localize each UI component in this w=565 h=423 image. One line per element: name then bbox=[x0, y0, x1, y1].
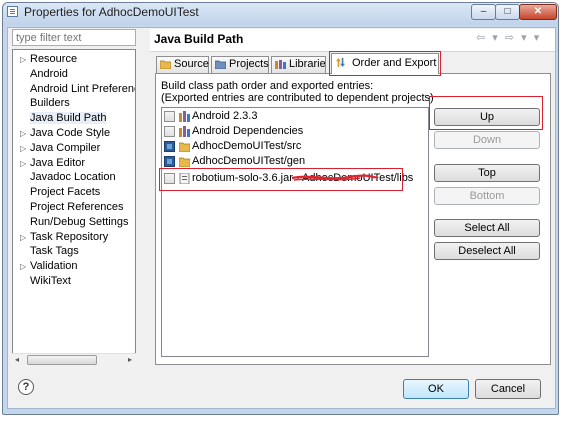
select-all-button[interactable]: Select All bbox=[434, 219, 540, 237]
description-line-1: Build class path order and exported entr… bbox=[161, 80, 374, 92]
close-button[interactable]: ✕ bbox=[519, 4, 557, 20]
export-checkbox[interactable] bbox=[164, 111, 175, 122]
library-icon bbox=[179, 126, 190, 137]
up-button[interactable]: Up bbox=[434, 108, 540, 126]
expand-arrow-icon[interactable]: ▷ bbox=[20, 233, 26, 242]
expand-arrow-icon[interactable]: ▷ bbox=[20, 262, 26, 271]
scroll-left-arrow-icon[interactable]: ◂ bbox=[15, 355, 19, 364]
tab-libraries[interactable]: Libraries bbox=[271, 56, 326, 73]
export-checkbox[interactable] bbox=[164, 173, 175, 184]
deselect-all-button-label: Deselect All bbox=[458, 245, 516, 257]
source-folder-icon bbox=[179, 157, 190, 167]
down-button[interactable]: Down bbox=[434, 131, 540, 149]
maximize-button[interactable]: □ bbox=[495, 4, 520, 20]
filter-input[interactable] bbox=[12, 29, 136, 46]
entry-label: Android Dependencies bbox=[192, 125, 304, 137]
source-folder-icon bbox=[179, 142, 190, 152]
minimize-button[interactable]: – bbox=[471, 4, 496, 20]
sidebar-item[interactable]: Project Facets bbox=[30, 186, 100, 198]
sidebar-item[interactable]: Android bbox=[30, 68, 68, 80]
top-button[interactable]: Top bbox=[434, 164, 540, 182]
deselect-all-button[interactable]: Deselect All bbox=[434, 242, 540, 260]
expand-arrow-icon[interactable]: ▷ bbox=[20, 55, 26, 64]
expand-arrow-icon[interactable]: ▷ bbox=[20, 129, 26, 138]
entry-label: AdhocDemoUITest/gen bbox=[192, 155, 306, 167]
sidebar-item[interactable]: Java Code Style bbox=[30, 127, 110, 139]
cancel-button[interactable]: Cancel bbox=[475, 379, 541, 399]
help-icon[interactable]: ? bbox=[18, 379, 34, 395]
sidebar-item[interactable]: Project References bbox=[30, 201, 124, 213]
sidebar-item[interactable]: Run/Debug Settings bbox=[30, 216, 128, 228]
export-checkbox[interactable] bbox=[164, 126, 175, 137]
down-button-label: Down bbox=[472, 134, 502, 146]
export-checkbox-checked[interactable] bbox=[164, 156, 175, 167]
sidebar-item[interactable]: Builders bbox=[30, 97, 70, 109]
dialog-footer bbox=[8, 372, 555, 408]
up-button-label: Up bbox=[479, 111, 495, 123]
jar-icon bbox=[179, 173, 190, 184]
redaction-scribble bbox=[291, 174, 379, 181]
property-page-tree: ▷ Resource Android Android Lint Preferences… bbox=[12, 49, 136, 367]
scrollbar-thumb[interactable] bbox=[27, 355, 97, 365]
sidebar-item[interactable]: Java Compiler bbox=[30, 142, 100, 154]
tab-projects-label: Projects bbox=[229, 58, 269, 70]
sidebar-item[interactable]: Java Editor bbox=[30, 157, 85, 169]
ok-button[interactable]: OK bbox=[403, 379, 469, 399]
tab-libraries-label: Libraries bbox=[289, 58, 326, 70]
sidebar-item[interactable]: Javadoc Location bbox=[30, 171, 116, 183]
entry-label: AdhocDemoUITest/src bbox=[192, 140, 302, 152]
entry-label: Android 2.3.3 bbox=[192, 110, 258, 122]
description-line-2: (Exported entries are contributed to dep… bbox=[161, 92, 434, 104]
expand-arrow-icon[interactable]: ▷ bbox=[20, 144, 26, 153]
bottom-button[interactable]: Bottom bbox=[434, 187, 540, 205]
sidebar-item[interactable]: WikiText bbox=[30, 275, 71, 287]
sidebar-item[interactable]: Android Lint Preferences bbox=[30, 83, 135, 95]
window-title: Properties for AdhocDemoUITest bbox=[24, 5, 199, 19]
sidebar-item[interactable]: Task Repository bbox=[30, 231, 108, 243]
library-icon bbox=[179, 111, 190, 122]
tab-order-and-export[interactable]: Order and Export bbox=[331, 53, 439, 74]
sidebar-item[interactable]: Task Tags bbox=[30, 245, 79, 257]
top-button-label: Top bbox=[478, 167, 496, 179]
scroll-right-arrow-icon[interactable]: ▸ bbox=[128, 355, 132, 364]
projects-icon bbox=[215, 60, 226, 69]
sidebar-item[interactable]: Java Build Path bbox=[30, 112, 107, 125]
order-export-icon bbox=[336, 58, 345, 67]
export-checkbox-checked[interactable] bbox=[164, 141, 175, 152]
libraries-icon bbox=[275, 60, 286, 69]
sidebar-item[interactable]: Resource bbox=[30, 53, 77, 65]
tab-order-and-export-label: Order and Export bbox=[352, 57, 437, 69]
bottom-button-label: Bottom bbox=[469, 190, 505, 202]
tab-source-label: Source bbox=[174, 58, 209, 70]
expand-arrow-icon[interactable]: ▷ bbox=[20, 159, 26, 168]
tab-source[interactable]: Source bbox=[156, 56, 209, 73]
page-title: Java Build Path bbox=[154, 32, 244, 46]
window-app-icon bbox=[7, 6, 18, 17]
history-navigation-icons[interactable]: ⇦ ▾ ⇨ ▾ ▾ bbox=[476, 31, 541, 44]
sidebar-item[interactable]: Validation bbox=[30, 260, 78, 272]
tab-projects[interactable]: Projects bbox=[211, 56, 269, 73]
select-all-button-label: Select All bbox=[464, 222, 510, 234]
source-folder-icon bbox=[160, 60, 171, 69]
